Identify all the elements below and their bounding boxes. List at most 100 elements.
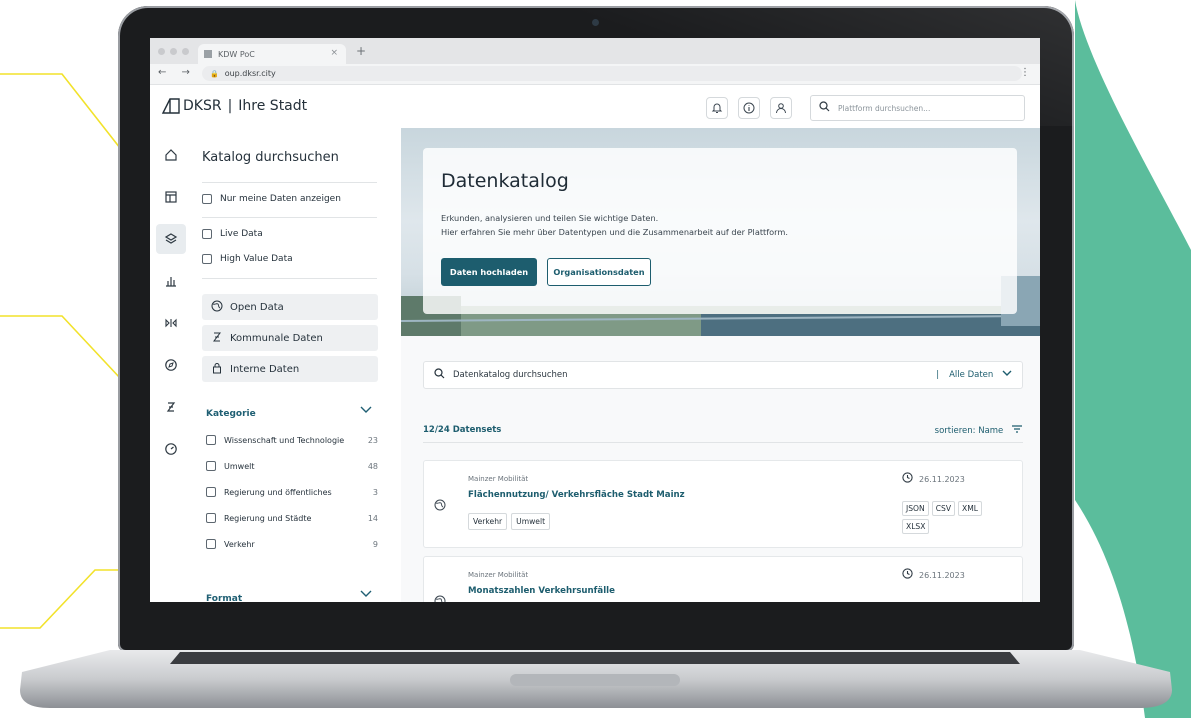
globe-icon xyxy=(434,595,446,602)
transform-icon[interactable] xyxy=(156,308,186,338)
divider xyxy=(423,442,1023,443)
divider xyxy=(202,182,377,183)
category-count: 48 xyxy=(367,461,378,471)
chevron-down-icon[interactable] xyxy=(360,406,372,417)
z-icon[interactable] xyxy=(156,392,186,422)
checkbox-icon[interactable] xyxy=(202,254,212,264)
browser-tab[interactable]: KDW PoC × xyxy=(198,44,346,64)
category-item[interactable]: Umwelt 48 xyxy=(206,461,378,471)
browser-menu-icon[interactable]: ⋮ xyxy=(1020,67,1030,78)
window-controls[interactable] xyxy=(158,48,189,55)
webcam-icon xyxy=(592,19,599,26)
hero-card: Datenkatalog Erkunden, analysieren und t… xyxy=(423,148,1017,314)
category-count: 23 xyxy=(367,435,378,445)
category-item[interactable]: Regierung und Städte 14 xyxy=(206,513,378,523)
category-count: 9 xyxy=(372,539,378,549)
app-header: DKSR | Ihre Stadt Plattform durchsuchen.… xyxy=(150,85,1040,130)
url-bar[interactable]: 🔒 oup.dksr.city xyxy=(202,66,1022,81)
platform-search-input[interactable]: Plattform durchsuchen... xyxy=(810,95,1025,121)
date-text: 26.11.2023 xyxy=(919,570,965,580)
category-item[interactable]: Wissenschaft und Technologie 23 xyxy=(206,435,378,445)
catalog-search-placeholder: Datenkatalog durchsuchen xyxy=(453,370,568,380)
category-count: 3 xyxy=(372,487,378,497)
result-count: 12/24 Datensets xyxy=(423,425,502,435)
dataset-owner: Mainzer Mobilität xyxy=(468,475,529,483)
favicon-icon xyxy=(204,50,212,58)
clock-icon xyxy=(902,568,913,582)
checkbox-icon[interactable] xyxy=(206,487,216,497)
home-icon[interactable] xyxy=(156,140,186,170)
tab-title: KDW PoC xyxy=(218,49,255,59)
dataset-owner: Mainzer Mobilität xyxy=(468,571,529,579)
category-label: Umwelt xyxy=(224,461,255,471)
main-content: Datenkatalog Erkunden, analysieren und t… xyxy=(401,128,1040,602)
organization-data-button[interactable]: Organisationsdaten xyxy=(547,258,651,286)
scope-dropdown[interactable]: | Alle Daten xyxy=(936,370,1012,380)
checkbox-icon[interactable] xyxy=(206,435,216,445)
divider xyxy=(202,278,377,279)
chevron-down-icon[interactable] xyxy=(360,590,372,601)
checkbox-icon[interactable] xyxy=(202,229,212,239)
dataset-title[interactable]: Monatszahlen Verkehrsunfälle xyxy=(468,586,615,596)
category-heading[interactable]: Kategorie xyxy=(206,409,256,419)
checkbox-icon[interactable] xyxy=(206,513,216,523)
lock-icon xyxy=(210,362,224,377)
gauge-icon[interactable] xyxy=(156,434,186,464)
page-title: Datenkatalog xyxy=(441,170,569,192)
filter-lines-icon xyxy=(1012,425,1022,433)
format-badge: XLSX xyxy=(902,519,930,534)
globe-icon xyxy=(210,300,224,315)
clock-icon xyxy=(902,472,913,486)
bell-icon[interactable] xyxy=(706,97,728,119)
logo[interactable]: DKSR | Ihre Stadt xyxy=(160,97,307,115)
platform-search-placeholder: Plattform durchsuchen... xyxy=(838,103,931,113)
scope-label: Alle Daten xyxy=(949,370,994,380)
checkbox-icon[interactable] xyxy=(206,539,216,549)
tag[interactable]: Verkehr xyxy=(468,513,508,530)
chart-icon[interactable] xyxy=(156,266,186,296)
globe-icon xyxy=(434,499,446,514)
info-icon[interactable] xyxy=(738,97,760,119)
dataset-card[interactable]: Mainzer Mobilität Flächennutzung/ Verkeh… xyxy=(423,460,1023,548)
my-data-checkbox[interactable]: Nur meine Daten anzeigen xyxy=(202,194,341,204)
dashboard-icon[interactable] xyxy=(156,182,186,212)
catalog-search-input[interactable]: Datenkatalog durchsuchen | Alle Daten xyxy=(423,361,1023,389)
live-data-checkbox[interactable]: Live Data xyxy=(202,229,263,239)
sort-control[interactable]: sortieren: Name xyxy=(935,425,1022,436)
dataset-card[interactable]: Mainzer Mobilität Monatszahlen Verkehrsu… xyxy=(423,556,1023,602)
upload-data-button[interactable]: Daten hochladen xyxy=(441,258,537,286)
format-badge: CSV xyxy=(931,501,956,516)
filter-kommunale-daten[interactable]: Kommunale Daten xyxy=(202,325,378,351)
hero-banner: Datenkatalog Erkunden, analysieren und t… xyxy=(401,128,1040,336)
format-badge: XML xyxy=(958,501,983,516)
tag[interactable]: Umwelt xyxy=(511,513,551,530)
dataset-date: 26.11.2023 xyxy=(902,472,965,486)
user-icon[interactable] xyxy=(770,97,792,119)
high-value-checkbox[interactable]: High Value Data xyxy=(202,254,293,264)
url-text: oup.dksr.city xyxy=(224,69,276,78)
search-icon xyxy=(434,368,445,382)
high-value-label: High Value Data xyxy=(220,254,293,264)
search-icon xyxy=(819,101,830,115)
filter-open-data[interactable]: Open Data xyxy=(202,294,378,320)
browser-window: KDW PoC × + ← → C 🔒 oup.dksr.city ⋮ DKSR… xyxy=(150,38,1040,602)
hero-text-line1: Erkunden, analysieren und teilen Sie wic… xyxy=(441,213,659,223)
hero-text-line2: Hier erfahren Sie mehr über Datentypen u… xyxy=(441,227,788,237)
category-item[interactable]: Regierung und öffentliches 3 xyxy=(206,487,378,497)
dksr-logo-icon xyxy=(161,98,180,114)
filter-interne-daten[interactable]: Interne Daten xyxy=(202,356,378,382)
chevron-down-icon xyxy=(1002,370,1012,376)
open-data-label: Open Data xyxy=(230,301,284,313)
format-heading[interactable]: Format xyxy=(206,594,242,602)
dataset-title[interactable]: Flächennutzung/ Verkehrsfläche Stadt Mai… xyxy=(468,490,685,500)
compass-icon[interactable] xyxy=(156,350,186,380)
checkbox-icon[interactable] xyxy=(206,461,216,471)
layers-icon[interactable] xyxy=(156,224,186,254)
laptop-base xyxy=(20,650,1172,708)
tab-close-icon[interactable]: × xyxy=(330,48,338,58)
category-item[interactable]: Verkehr 9 xyxy=(206,539,378,549)
new-tab-button[interactable]: + xyxy=(356,44,366,58)
checkbox-icon[interactable] xyxy=(202,194,212,204)
live-data-label: Live Data xyxy=(220,229,263,239)
category-label: Regierung und Städte xyxy=(224,513,312,523)
